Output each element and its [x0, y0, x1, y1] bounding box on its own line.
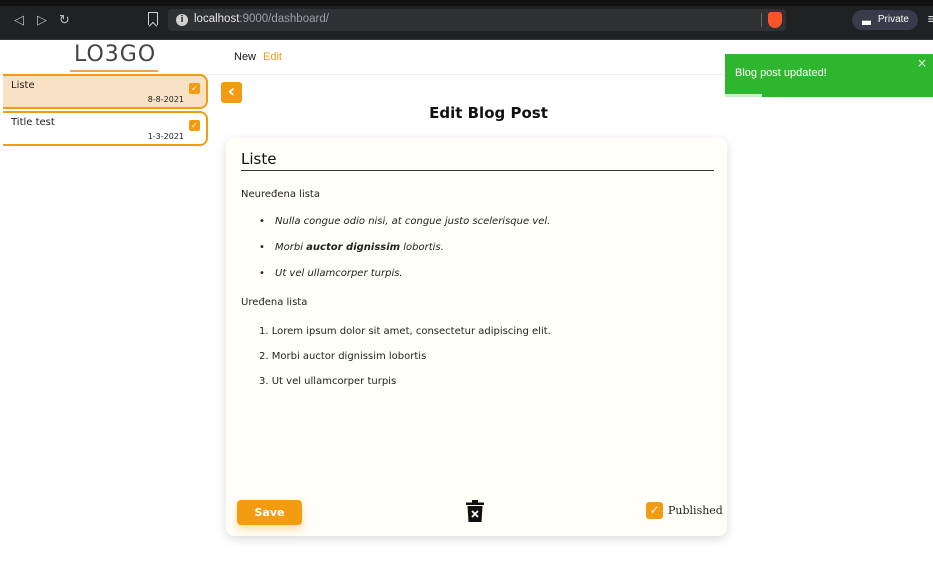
bullet: •	[259, 216, 265, 227]
list-item-text: Lorem ipsum dolor sit amet, consectetur …	[271, 326, 551, 337]
url-separator	[761, 13, 762, 27]
bullet: •	[259, 268, 265, 279]
trash-icon[interactable]	[466, 500, 484, 522]
editor-paragraph: Neuređena lista	[241, 189, 320, 200]
list-item-text: Nulla congue odio nisi, at congue justo …	[275, 216, 551, 227]
page-title: Edit Blog Post	[429, 104, 548, 122]
list-number: 3.	[259, 376, 269, 387]
published-checkbox[interactable]: ✓	[646, 502, 663, 519]
list-number: 2.	[259, 351, 269, 362]
logo[interactable]: LO3GO	[74, 42, 156, 67]
list-item: 3. Ut vel ullamcorper turpis	[259, 376, 396, 387]
chevron-left-icon: ‹	[227, 81, 236, 102]
title-underline	[241, 170, 714, 171]
back-icon[interactable]: ◁	[14, 13, 24, 28]
reload-icon[interactable]: ↻	[59, 13, 70, 28]
toast-notification: Blog post updated! ×	[725, 54, 933, 97]
list-item-text: Ut vel ullamcorper turpis	[271, 376, 397, 387]
back-button[interactable]: ‹	[221, 82, 242, 103]
published-check-icon: ✓	[189, 83, 200, 94]
menu-icon[interactable]: ≡	[927, 12, 933, 27]
forward-icon[interactable]: ▷	[37, 13, 47, 28]
browser-toolbar: ◁ ▷ ↻ i localhost:9000/dashboard/ ▀▀ Pri…	[0, 0, 933, 40]
list-item: 2. Morbi auctor dignissim lobortis	[259, 351, 426, 362]
tab-strip	[0, 0, 933, 6]
private-window-badge[interactable]: ▀▀ Private	[852, 10, 918, 30]
toast-message: Blog post updated!	[735, 67, 827, 79]
private-mask-icon: ▀▀	[862, 22, 871, 29]
brave-shield-icon[interactable]	[768, 12, 782, 28]
nav-new-link[interactable]: New	[234, 51, 256, 63]
editor-paragraph: Uređena lista	[241, 297, 308, 308]
post-item-date: 8-8-2021	[147, 95, 184, 104]
nav-edit-link[interactable]: Edit	[263, 51, 282, 63]
list-item-text: Morbi auctor dignissim lobortis.	[275, 242, 444, 253]
logo-underline	[70, 70, 158, 72]
url-text[interactable]: localhost:9000/dashboard/	[194, 13, 329, 25]
list-item-text: Ut vel ullamcorper turpis.	[275, 268, 403, 279]
address-bar[interactable]: i localhost:9000/dashboard/	[168, 9, 786, 31]
list-number: 1.	[259, 326, 269, 337]
post-item-title: Liste	[11, 80, 35, 91]
editor-card: Liste Neuređena lista • Nulla congue odi…	[226, 138, 727, 536]
close-icon[interactable]: ×	[917, 56, 927, 70]
list-item: 1. Lorem ipsum dolor sit amet, consectet…	[259, 326, 551, 337]
post-item-date: 1-3-2021	[147, 132, 184, 141]
list-item-text: Morbi auctor dignissim lobortis	[271, 351, 427, 362]
post-title-input[interactable]: Liste	[241, 150, 276, 168]
toast-progress-bar	[725, 94, 762, 97]
save-button[interactable]: Save	[237, 500, 302, 525]
bookmark-icon[interactable]	[148, 12, 158, 25]
private-label: Private	[877, 14, 909, 25]
published-label: Published	[668, 504, 723, 517]
bullet: •	[259, 242, 265, 253]
info-icon[interactable]: i	[176, 14, 188, 26]
